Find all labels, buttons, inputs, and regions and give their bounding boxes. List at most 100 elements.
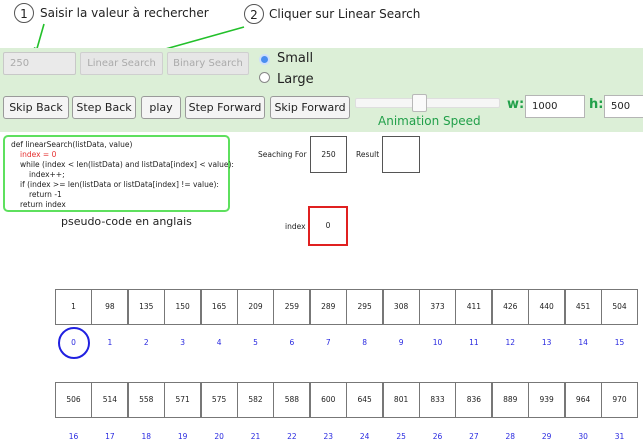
array-cell: 939 <box>528 382 566 418</box>
array-index-label: 26 <box>432 432 443 441</box>
array-cell: 514 <box>91 382 129 418</box>
array-cell: 600 <box>309 382 347 418</box>
array-index-label: 18 <box>141 432 152 441</box>
array-index-label: 16 <box>68 432 79 441</box>
array-cell: 308 <box>382 289 420 325</box>
array-index-label: 30 <box>578 432 588 441</box>
step-back-button[interactable]: Step Back <box>72 96 136 119</box>
array-cell: 558 <box>127 382 165 418</box>
array-cell: 135 <box>127 289 165 325</box>
array-cell: 970 <box>601 382 638 418</box>
array-cell: 209 <box>237 289 274 325</box>
array-index-label: 17 <box>105 432 115 441</box>
play-button[interactable]: play <box>141 96 181 119</box>
array-cell: 373 <box>419 289 456 325</box>
height-label: h: <box>589 97 604 112</box>
current-index-marker <box>57 327 90 359</box>
array-index-label: 13 <box>541 338 552 347</box>
array-cell: 833 <box>419 382 456 418</box>
array-index-label: 2 <box>143 338 149 347</box>
code-line-5: if (index >= len(listData or listData[in… <box>20 180 219 189</box>
array-index-label: 11 <box>469 338 479 347</box>
linear-search-button[interactable]: Linear Search <box>80 52 163 75</box>
annotation-text-2: Cliquer sur Linear Search <box>269 7 421 21</box>
array-cell: 295 <box>346 289 384 325</box>
array-cell: 504 <box>601 289 638 325</box>
array-index-label: 31 <box>614 432 625 441</box>
array-cell: 575 <box>200 382 238 418</box>
skip-back-button[interactable]: Skip Back <box>3 96 69 119</box>
array-cell: 411 <box>455 289 493 325</box>
array-cell: 964 <box>564 382 602 418</box>
pseudo-code-panel: def linearSearch(listData, value) index … <box>3 135 234 212</box>
array-cell: 506 <box>55 382 92 418</box>
array-index-label: 29 <box>541 432 552 441</box>
array-index-label: 7 <box>325 338 331 347</box>
index-label: index <box>285 222 306 231</box>
array-index-label: 23 <box>323 432 334 441</box>
array-index-label: 27 <box>469 432 479 441</box>
array-index-label: 3 <box>180 338 186 347</box>
array-cell: 836 <box>455 382 493 418</box>
annotation-number-2: 2 <box>244 4 264 24</box>
array-index-label: 4 <box>216 338 222 347</box>
array-index-label: 5 <box>253 338 258 347</box>
array-index-label: 21 <box>250 432 261 441</box>
array-index-label: 20 <box>214 432 224 441</box>
array-cell: 440 <box>528 289 566 325</box>
seeking-value-box: 250 <box>310 136 347 173</box>
annotation-number-1: 1 <box>14 3 34 23</box>
array-cell: 582 <box>237 382 274 418</box>
array-index-label: 6 <box>289 338 295 347</box>
array-index-label: 15 <box>614 338 625 347</box>
array-index-label: 14 <box>578 338 588 347</box>
result-value-box <box>382 136 420 173</box>
code-line-4: index++; <box>29 170 65 179</box>
array-cell: 98 <box>91 289 129 325</box>
index-value-box: 0 <box>308 206 348 246</box>
array-cell: 259 <box>273 289 311 325</box>
result-label: Result <box>356 150 380 159</box>
array-cell: 801 <box>382 382 420 418</box>
height-input[interactable]: 500 <box>604 95 643 118</box>
animation-speed-label: Animation Speed <box>378 114 481 128</box>
array-index-label: 9 <box>398 338 404 347</box>
array-index-label: 12 <box>505 338 516 347</box>
array-index-label: 25 <box>396 432 406 441</box>
array-cell: 1 <box>55 289 92 325</box>
array-index-label: 8 <box>362 338 368 347</box>
array-index-label: 10 <box>432 338 443 347</box>
width-label: w: <box>507 97 525 112</box>
array-cell: 451 <box>564 289 602 325</box>
skip-forward-button[interactable]: Skip Forward <box>270 96 350 119</box>
array-index-label: 22 <box>287 432 297 441</box>
array-cell: 571 <box>164 382 202 418</box>
array-cell: 889 <box>491 382 529 418</box>
array-cell: 588 <box>273 382 311 418</box>
array-index-label: 24 <box>359 432 370 441</box>
code-line-7: return index <box>20 200 66 209</box>
array-cell: 150 <box>164 289 202 325</box>
radio-large-label: Large <box>277 72 314 87</box>
animation-speed-slider-thumb[interactable] <box>412 94 428 112</box>
width-input[interactable]: 1000 <box>525 95 585 118</box>
array-index-label: 1 <box>107 338 113 347</box>
array-index-label: 19 <box>177 432 188 441</box>
code-line-6: return -1 <box>29 190 62 199</box>
animation-speed-slider[interactable] <box>355 98 500 108</box>
array-cell: 645 <box>346 382 384 418</box>
binary-search-button[interactable]: Binary Search <box>167 52 249 75</box>
array-cell: 289 <box>309 289 347 325</box>
code-line-1: def linearSearch(listData, value) <box>11 140 133 149</box>
pseudo-code-caption: pseudo-code en anglais <box>61 215 192 228</box>
annotation-text-1: Saisir la valeur à rechercher <box>40 6 209 20</box>
step-forward-button[interactable]: Step Forward <box>185 96 265 119</box>
array-cell: 426 <box>491 289 529 325</box>
radio-small[interactable] <box>259 54 270 65</box>
search-value-input[interactable]: 250 <box>3 52 76 75</box>
seeking-label: Seaching For <box>258 150 307 159</box>
radio-large[interactable] <box>259 72 270 83</box>
radio-small-label: Small <box>277 51 314 66</box>
array-index-label: 28 <box>505 432 516 441</box>
code-line-2: index = 0 <box>20 150 57 159</box>
